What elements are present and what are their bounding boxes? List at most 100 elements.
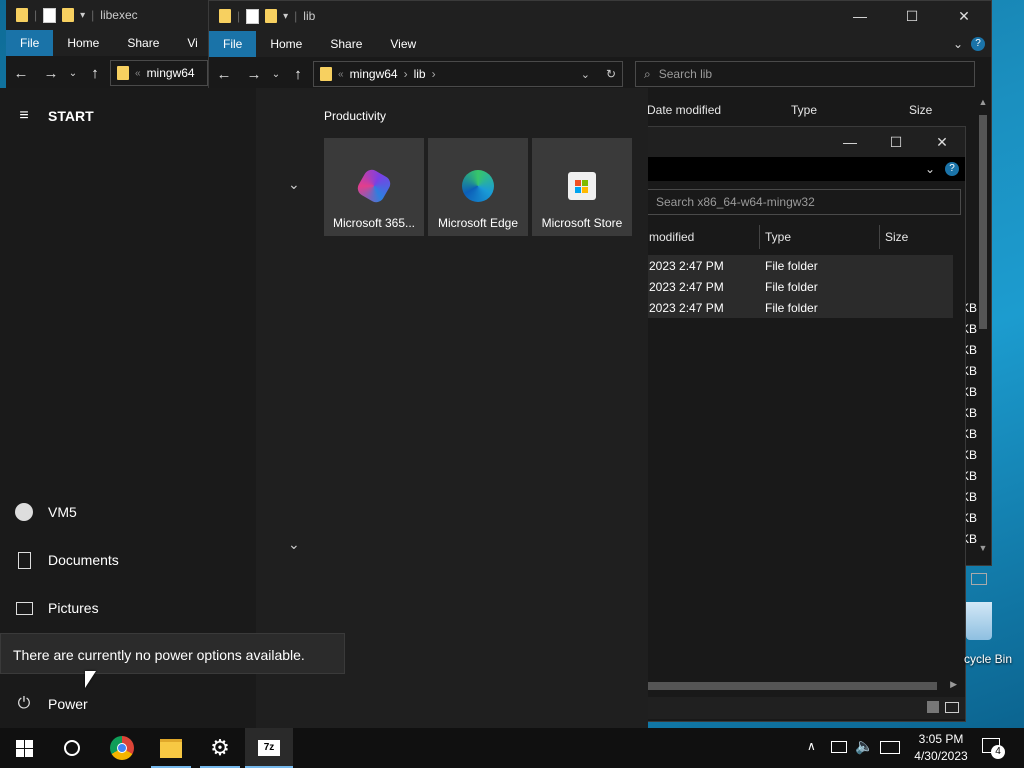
scroll-up-icon[interactable]: ▲ — [977, 97, 989, 107]
customize-qat-icon[interactable]: ▾ — [80, 10, 85, 21]
back-arrow-icon[interactable]: ← — [6, 65, 36, 82]
tab-file[interactable]: File — [209, 31, 257, 57]
up-arrow-icon[interactable]: ↑ — [80, 65, 110, 82]
tab-view[interactable]: View — [376, 31, 430, 57]
search-input[interactable]: ⌕ Search lib — [635, 61, 975, 87]
new-folder-icon[interactable] — [62, 8, 75, 22]
table-row[interactable]: 2023 2:47 PM File folder — [647, 276, 953, 297]
power-icon: ⏻ — [17, 695, 31, 712]
taskbar-file-explorer[interactable] — [147, 728, 195, 768]
close-icon[interactable]: ✕ — [941, 8, 987, 25]
expand-ribbon-icon[interactable]: ⌄ — [953, 37, 963, 51]
start-header[interactable]: ≡ START — [0, 100, 256, 132]
hamburger-icon[interactable]: ≡ — [0, 107, 48, 125]
address-dropdown-icon[interactable]: ⌄ — [581, 68, 590, 81]
properties-icon[interactable] — [246, 8, 260, 24]
tiles-view-icon[interactable] — [945, 702, 959, 713]
start-item-label: Power — [48, 696, 88, 712]
clock[interactable]: 3:05 PM 4/30/2023 — [908, 731, 974, 765]
table-row[interactable]: 2023 2:47 PM File folder — [647, 297, 953, 318]
horizontal-scrollbar[interactable]: ▶ — [647, 679, 959, 693]
volume-icon[interactable]: 🔈 — [855, 737, 874, 755]
tile-group-title[interactable]: Productivity — [324, 109, 386, 123]
desktop-recycle-bin[interactable]: cycle Bin — [960, 600, 1024, 672]
tab-view[interactable]: Vi — [173, 30, 197, 56]
tile-microsoft-store[interactable]: Microsoft Store — [532, 138, 632, 236]
help-icon[interactable]: ? — [971, 37, 985, 51]
show-hidden-icons-icon[interactable]: ∧ — [807, 739, 816, 753]
customize-qat-icon[interactable]: ▾ — [283, 11, 288, 22]
table-row[interactable]: 2023 2:47 PM File folder — [647, 255, 953, 276]
new-folder-icon[interactable] — [265, 9, 278, 23]
breadcrumb[interactable]: mingw64 — [147, 66, 195, 80]
breadcrumb-mingw64[interactable]: mingw64 — [350, 67, 398, 81]
recent-chevron-icon[interactable]: ⌄ — [66, 68, 80, 79]
scrollbar-thumb[interactable] — [979, 115, 987, 329]
back-arrow-icon[interactable]: ← — [209, 66, 239, 83]
cortana-button[interactable] — [48, 728, 96, 768]
keyboard-icon[interactable] — [880, 741, 900, 754]
column-size[interactable]: Size — [909, 103, 932, 117]
refresh-icon[interactable]: ↻ — [606, 67, 616, 81]
file-explorer-icon — [160, 738, 182, 758]
address-bar[interactable]: « mingw64 › lib › ⌄ ↻ — [313, 61, 623, 87]
close-icon[interactable]: ✕ — [919, 134, 965, 151]
column-type[interactable]: Type — [791, 103, 817, 117]
vertical-scrollbar[interactable]: ▲ ▼ — [977, 97, 989, 553]
explorer-window-libexec[interactable]: | ▾ | libexec File Home Share Vi ← → ⌄ ↑… — [6, 0, 210, 92]
forward-arrow-icon[interactable]: → — [36, 65, 66, 82]
breadcrumb-lib[interactable]: lib — [414, 67, 426, 81]
address-bar[interactable]: « mingw64 — [110, 60, 208, 86]
minimize-icon[interactable]: — — [837, 8, 883, 24]
tile-microsoft-365[interactable]: Microsoft 365... — [324, 138, 424, 236]
taskbar-7zip[interactable]: 7z — [245, 728, 293, 768]
start-item-pictures[interactable]: Pictures — [0, 588, 256, 628]
document-icon — [0, 551, 48, 569]
start-button[interactable] — [0, 728, 48, 768]
column-date-modified[interactable]: modified — [649, 230, 694, 244]
maximize-icon[interactable]: ☐ — [873, 134, 919, 151]
maximize-icon[interactable]: ☐ — [889, 8, 935, 25]
properties-icon[interactable] — [43, 7, 57, 23]
size-column-fragments: KB KB KB KB KB KB KB KB KB KB KB KB — [965, 298, 977, 550]
minimize-icon[interactable]: — — [827, 134, 873, 150]
tab-share[interactable]: Share — [316, 31, 376, 57]
tab-share[interactable]: Share — [113, 30, 173, 56]
forward-arrow-icon[interactable]: → — [239, 66, 269, 83]
scroll-down-icon[interactable]: ▼ — [977, 543, 989, 553]
up-arrow-icon[interactable]: ↑ — [283, 66, 313, 83]
search-input[interactable]: Search x86_64-w64-mingw32 — [647, 189, 961, 215]
taskbar-settings[interactable]: ⚙ — [196, 728, 244, 768]
column-type[interactable]: Type — [765, 230, 791, 244]
network-icon[interactable] — [831, 741, 847, 753]
scrollbar-thumb[interactable] — [647, 682, 937, 690]
tile-microsoft-edge[interactable]: Microsoft Edge — [428, 138, 528, 236]
action-center-button[interactable]: 4 — [982, 738, 1005, 759]
collapse-group-chevron-icon[interactable]: ⌄ — [288, 536, 300, 553]
recent-chevron-icon[interactable]: ⌄ — [269, 69, 283, 80]
scroll-right-icon[interactable]: ▶ — [950, 679, 957, 690]
edge-icon — [462, 170, 494, 202]
view-toggle-icon[interactable] — [971, 573, 987, 585]
column-size[interactable]: Size — [885, 230, 908, 244]
collapse-group-chevron-icon[interactable]: ⌄ — [288, 176, 300, 193]
tab-file[interactable]: File — [6, 30, 54, 56]
recycle-bin-label: cycle Bin — [964, 652, 1013, 666]
start-item-documents[interactable]: Documents — [0, 540, 256, 580]
taskbar: ⚙ 7z ∧ 🔈 3:05 PM 4/30/2023 4 — [0, 728, 1024, 768]
start-item-user[interactable]: VM5 — [0, 492, 256, 532]
start-item-power[interactable]: ⏻ Power — [0, 684, 256, 724]
size-value: KB — [965, 511, 977, 525]
cortana-icon — [64, 740, 80, 756]
expand-ribbon-icon[interactable]: ⌄ — [925, 162, 935, 176]
tab-home[interactable]: Home — [256, 31, 316, 57]
title-bar: | ▾ | lib — ☐ ✕ — [209, 1, 991, 31]
user-icon — [0, 503, 48, 521]
help-icon[interactable]: ? — [945, 162, 959, 176]
column-date-modified[interactable]: Date modified — [647, 103, 721, 117]
microsoft-365-icon — [354, 166, 394, 206]
folder-icon — [219, 9, 231, 23]
details-view-icon[interactable] — [927, 701, 939, 713]
tab-home[interactable]: Home — [53, 30, 113, 56]
taskbar-chrome[interactable] — [98, 728, 146, 768]
